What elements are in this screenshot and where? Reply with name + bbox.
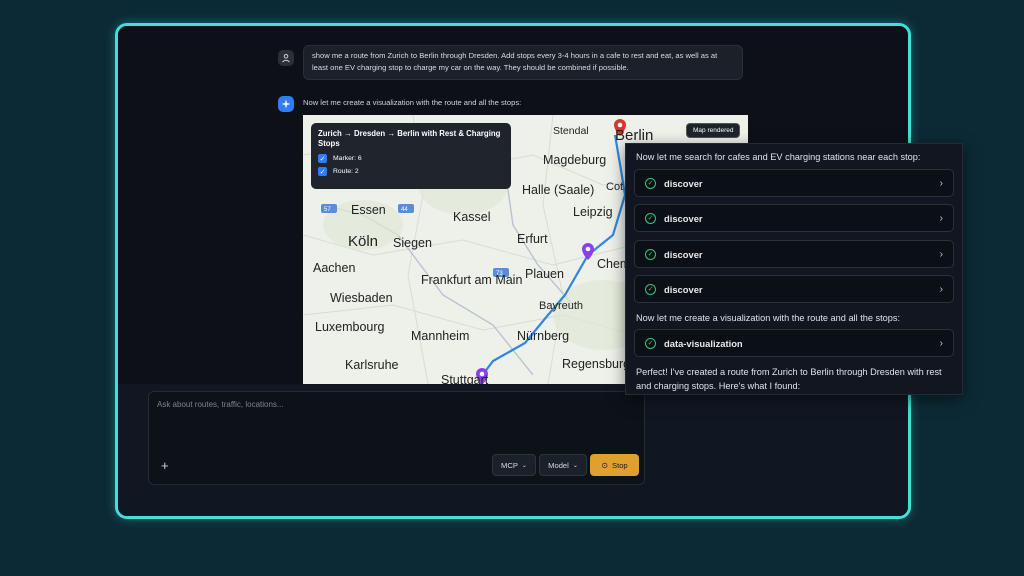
city-label: Berlin [615,127,654,144]
chevron-right-icon: › [939,177,943,189]
city-label: Regensburg [562,357,631,371]
stop-icon: ⊙ [601,460,609,470]
tool-call-discover[interactable]: ✓ discover › [634,275,954,303]
tool-call-discover[interactable]: ✓ discover › [634,204,954,232]
legend-title: Zurich → Dresden → Berlin with Rest & Ch… [318,129,501,148]
chevron-down-icon: ⌄ [572,462,578,469]
viz-status-text: Now let me create a visualization with t… [636,313,901,323]
tool-activity-panel: Now let me search for cafes and EV charg… [625,143,963,395]
check-circle-icon: ✓ [645,283,656,295]
final-response-text: Perfect! I've created a route from Zuric… [636,367,942,391]
chevron-down-icon: ⌄ [521,462,527,469]
check-circle-icon: ✓ [645,337,656,349]
city-label: Siegen [393,236,432,250]
check-circle-icon: ✓ [645,177,656,189]
city-label: Wiesbaden [330,291,393,305]
user-avatar [278,50,294,66]
city-label: Luxembourg [315,320,385,334]
model-dropdown[interactable]: Model ⌄ [539,454,587,476]
chevron-right-icon: › [939,212,943,224]
city-label: Karlsruhe [345,358,399,372]
city-label: Mannheim [411,329,470,343]
mcp-dropdown[interactable]: MCP ⌄ [492,454,536,476]
checkbox-icon[interactable]: ✓ [318,167,327,176]
chevron-right-icon: › [939,248,943,260]
city-label: Stendal [553,125,589,137]
stop-button[interactable]: ⊙ Stop [590,454,639,476]
city-label: Bayreuth [539,300,584,312]
assistant-message: Now let me create a visualization with t… [303,98,522,107]
user-message: show me a route from Zurich to Berlin th… [303,45,743,80]
add-attachment-button[interactable]: + [161,458,169,473]
legend-item-markers[interactable]: ✓ Marker: 6 [318,154,504,163]
check-circle-icon: ✓ [645,248,656,260]
city-label: Stuttgart [441,373,489,384]
chevron-right-icon: › [939,283,943,295]
sparkle-icon [281,99,291,109]
road-number: 44 [401,207,408,213]
check-circle-icon: ✓ [645,212,656,224]
city-label: Magdeburg [543,153,607,167]
city-label: Halle (Saale) [522,183,595,197]
chevron-right-icon: › [939,337,943,349]
map-legend: Zurich → Dresden → Berlin with Rest & Ch… [311,123,511,189]
city-label: Essen [351,203,386,217]
assistant-avatar [278,96,294,112]
user-icon [282,54,290,63]
road-number: 57 [324,207,331,213]
input-placeholder: Ask about routes, traffic, locations... [157,400,284,409]
legend-item-routes[interactable]: ✓ Route: 2 [318,167,504,176]
tool-call-data-visualization[interactable]: ✓ data-visualization › [634,329,954,357]
map-status-badge: Map rendered [686,123,741,138]
checkbox-icon[interactable]: ✓ [318,154,327,163]
city-label: Erfurt [517,232,548,246]
tool-call-discover[interactable]: ✓ discover › [634,169,954,197]
city-label: Köln [348,233,379,250]
city-label: Leipzig [573,205,613,219]
tool-call-discover[interactable]: ✓ discover › [634,240,954,268]
city-label: Nürnberg [517,329,570,343]
search-status-text: Now let me search for cafes and EV charg… [636,152,921,162]
city-label: Frankfurt am Main [421,273,523,287]
city-label: Plauen [525,267,564,281]
city-label: Cot [606,181,624,193]
chat-input[interactable]: Ask about routes, traffic, locations... … [148,391,645,485]
city-label: Aachen [313,261,356,275]
city-label: Kassel [453,210,491,224]
